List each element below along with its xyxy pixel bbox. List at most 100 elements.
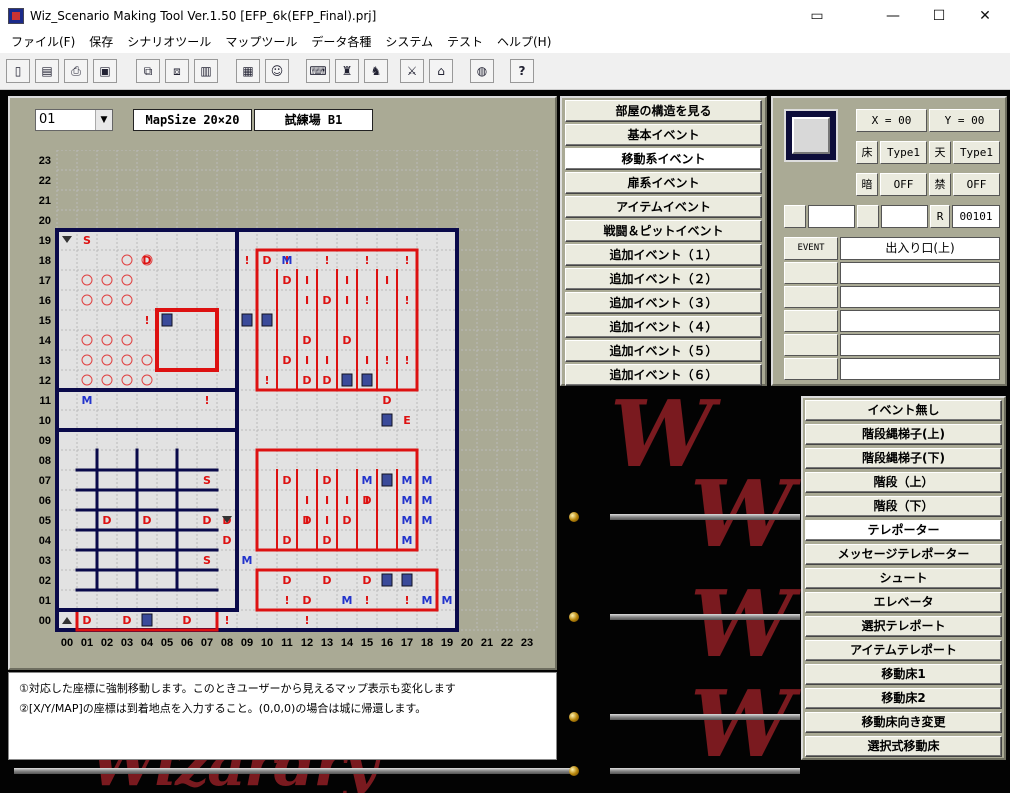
- map-event-marker: I: [365, 494, 369, 507]
- character-icon[interactable]: ☺: [265, 59, 289, 83]
- x-axis-label: 02: [101, 637, 113, 649]
- new-file-icon[interactable]: ▯: [6, 59, 30, 83]
- map-event-marker: I: [345, 274, 349, 287]
- param-field[interactable]: [881, 205, 928, 228]
- menu-scenario-tools[interactable]: シナリオツール: [120, 31, 218, 53]
- y-axis-label: 01: [39, 595, 51, 607]
- sword-divider: [610, 768, 800, 774]
- param-box[interactable]: [784, 205, 806, 228]
- clipboard-icon[interactable]: ▥: [194, 59, 218, 83]
- floor-select[interactable]: 01 ▼: [35, 109, 113, 131]
- ceiling-type-value[interactable]: Type1: [953, 141, 1000, 164]
- menu-test[interactable]: テスト: [440, 31, 490, 53]
- sword-divider: [610, 514, 800, 520]
- shop-icon[interactable]: ⌂: [429, 59, 453, 83]
- map-event-marker: !: [364, 254, 369, 267]
- chevron-down-icon[interactable]: ▼: [95, 110, 112, 130]
- dark-toggle[interactable]: OFF: [880, 173, 927, 196]
- param-field[interactable]: [840, 286, 1000, 308]
- close-button[interactable]: ✕: [962, 0, 1008, 31]
- item-icon[interactable]: ♜: [335, 59, 359, 83]
- menu-file[interactable]: ファイル(F): [4, 31, 82, 53]
- event-category-6[interactable]: 追加イベント（１）: [565, 244, 762, 266]
- menu-system[interactable]: システム: [378, 31, 440, 53]
- map-event-marker: D: [222, 534, 231, 547]
- event-type-6[interactable]: メッセージテレポーター: [805, 544, 1002, 565]
- map-icon[interactable]: ▦: [236, 59, 260, 83]
- event-category-5[interactable]: 戦闘＆ピットイベント: [565, 220, 762, 242]
- event-type-14[interactable]: 選択式移動床: [805, 736, 1002, 757]
- event-category-4[interactable]: アイテムイベント: [565, 196, 762, 218]
- map-event-marker: D: [322, 474, 331, 487]
- character-sprite-icon: [381, 573, 393, 587]
- param-field[interactable]: [840, 358, 1000, 380]
- event-type-3[interactable]: 階段（上）: [805, 472, 1002, 493]
- map-event-marker: D: [322, 574, 331, 587]
- map-event-marker: D: [202, 514, 211, 527]
- param-box[interactable]: [857, 205, 879, 228]
- event-type-0[interactable]: イベント無し: [805, 400, 1002, 421]
- event-type-12[interactable]: 移動床2: [805, 688, 1002, 709]
- minimize-button[interactable]: —: [870, 0, 916, 31]
- r-value-field[interactable]: 00101: [952, 205, 1000, 228]
- paste-icon[interactable]: ⧈: [165, 59, 189, 83]
- map-grid[interactable]: 23 22 21 20 19 18 17 16 15 14 13 12 11 10 09 08 07 06 05 04…: [12, 149, 552, 656]
- event-type-10[interactable]: アイテムテレポート: [805, 640, 1002, 661]
- event-category-8[interactable]: 追加イベント（３）: [565, 292, 762, 314]
- map-event-marker: D: [282, 534, 291, 547]
- map-event-marker: D: [322, 294, 331, 307]
- event-type-4[interactable]: 階段（下）: [805, 496, 1002, 517]
- y-axis-label: 13: [39, 355, 51, 367]
- event-type-13[interactable]: 移動床向き変更: [805, 712, 1002, 733]
- param-field[interactable]: [840, 262, 1000, 284]
- event-type-2[interactable]: 階段縄梯子(下): [805, 448, 1002, 469]
- menu-save[interactable]: 保存: [82, 31, 120, 53]
- orb-ornament: [569, 766, 579, 776]
- event-type-9[interactable]: 選択テレポート: [805, 616, 1002, 637]
- event-category-9[interactable]: 追加イベント（４）: [565, 316, 762, 338]
- map-event-marker: I: [325, 514, 329, 527]
- dark-label: 暗: [856, 173, 878, 196]
- restore-window-icon[interactable]: ▭: [794, 0, 840, 31]
- event-type-8[interactable]: エレベータ: [805, 592, 1002, 613]
- event-value-field[interactable]: 出入り口(上): [840, 237, 1000, 260]
- floor-type-value[interactable]: Type1: [880, 141, 927, 164]
- weapon-icon[interactable]: ⚔: [400, 59, 424, 83]
- character-sprite-icon: [361, 373, 373, 387]
- menu-map-tools[interactable]: マップツール: [218, 31, 304, 53]
- gamepad-icon[interactable]: ◍: [470, 59, 494, 83]
- y-axis-label: 00: [39, 615, 51, 627]
- event-category-0[interactable]: 部屋の構造を見る: [565, 100, 762, 122]
- y-axis-label: 19: [39, 235, 51, 247]
- menu-help[interactable]: ヘルプ(H): [490, 31, 558, 53]
- event-type-7[interactable]: シュート: [805, 568, 1002, 589]
- event-category-10[interactable]: 追加イベント（５）: [565, 340, 762, 362]
- keyboard-icon[interactable]: ⌨: [306, 59, 330, 83]
- open-folder-icon[interactable]: ▤: [35, 59, 59, 83]
- event-category-1[interactable]: 基本イベント: [565, 124, 762, 146]
- event-type-11[interactable]: 移動床1: [805, 664, 1002, 685]
- forbid-toggle[interactable]: OFF: [953, 173, 1000, 196]
- map-name-label: 試練場 B1: [254, 109, 373, 131]
- help-icon[interactable]: ?: [510, 59, 534, 83]
- event-category-11[interactable]: 追加イベント（６）: [565, 364, 762, 386]
- x-axis-label: 22: [501, 637, 513, 649]
- event-category-2[interactable]: 移動系イベント: [565, 148, 762, 170]
- event-category-3[interactable]: 扉系イベント: [565, 172, 762, 194]
- param-field[interactable]: [840, 310, 1000, 332]
- save-icon[interactable]: ▣: [93, 59, 117, 83]
- param-field[interactable]: [808, 205, 855, 228]
- y-axis-label: 10: [39, 415, 51, 427]
- copy-icon[interactable]: ⧉: [136, 59, 160, 83]
- monster-icon[interactable]: ♞: [364, 59, 388, 83]
- param-field[interactable]: [840, 334, 1000, 356]
- maximize-button[interactable]: ☐: [916, 0, 962, 31]
- character-sprite-icon: [241, 313, 253, 327]
- map-event-marker: M: [82, 394, 93, 407]
- event-type-5[interactable]: テレポーター: [805, 520, 1002, 541]
- menu-data[interactable]: データ各種: [304, 31, 378, 53]
- print-icon[interactable]: ⎙: [64, 59, 88, 83]
- event-category-7[interactable]: 追加イベント（２）: [565, 268, 762, 290]
- event-type-1[interactable]: 階段縄梯子(上): [805, 424, 1002, 445]
- param-label: [784, 358, 838, 380]
